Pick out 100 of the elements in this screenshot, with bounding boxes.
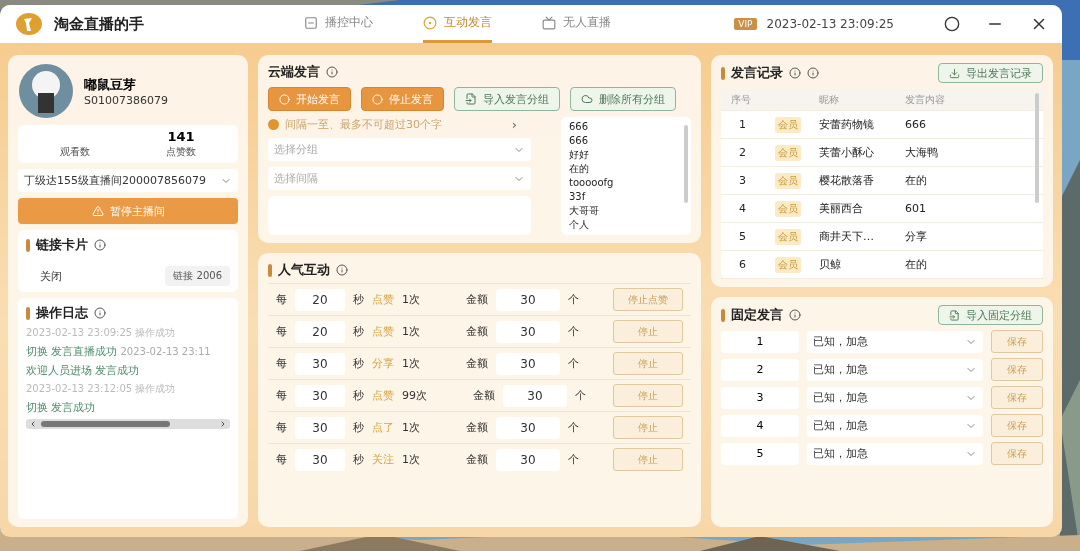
seconds-input[interactable]: 30 (295, 416, 345, 439)
level-tag: 会员 (775, 116, 801, 133)
section-marker (721, 308, 725, 322)
action-label: 点了 (372, 420, 394, 435)
next-arrow[interactable]: › (511, 117, 517, 132)
action-button[interactable]: 导入发言分组 (454, 87, 560, 111)
index-field[interactable]: 3 (721, 386, 799, 409)
message-item[interactable]: 33f (569, 190, 677, 204)
import-button[interactable]: 导入固定分组 (938, 305, 1043, 325)
amount-label: 金额 (466, 324, 488, 339)
log-line: 2023-02-13 23:12:05 操作成功 (26, 382, 177, 396)
message-item[interactable]: 666 (569, 120, 677, 134)
column-header: 序号 (731, 92, 752, 107)
table-cell-text: 4 (738, 202, 747, 215)
amount-input[interactable]: 30 (503, 384, 567, 407)
every-label: 每 (276, 292, 287, 307)
phrase-select[interactable]: 已知，加急 (807, 442, 983, 465)
log-line: 欢迎人员进场 发言成功 (26, 363, 141, 378)
amount-input[interactable]: 30 (496, 288, 560, 311)
count-unit: 个 (568, 356, 579, 371)
section-title: 云端发言 (268, 63, 320, 81)
datetime: 2023-02-13 23:09:25 (766, 17, 894, 31)
action-button[interactable]: 删除所有分组 (570, 87, 676, 111)
section-marker (26, 238, 30, 252)
stat-label: 点赞数 (165, 145, 197, 159)
tip-icon (268, 119, 279, 130)
amount-input[interactable]: 30 (496, 352, 560, 375)
table-cell-text: 在的 (905, 173, 928, 188)
table-cell-text: 1 (738, 118, 747, 131)
times-label: 1次 (402, 452, 420, 467)
index-field[interactable]: 5 (721, 442, 799, 465)
section-marker (26, 306, 30, 320)
account-select[interactable]: 丁级达155级直播间200007856079 (18, 169, 238, 192)
download-icon (949, 67, 960, 79)
circle-icon (279, 93, 290, 105)
section-title: 人气互动 (278, 261, 330, 279)
count-unit: 个 (568, 420, 579, 435)
message-item[interactable]: 大哥哥 (569, 204, 677, 218)
amount-label: 金额 (473, 388, 495, 403)
table-cell-text: 3 (738, 174, 747, 187)
column-header: 发言内容 (905, 92, 946, 107)
file-icon (465, 93, 477, 105)
amount-input[interactable]: 30 (496, 416, 560, 439)
action-label: 点赞 (372, 324, 394, 339)
section-title: 操作日志 (36, 304, 88, 322)
phrase-select[interactable]: 已知，加急 (807, 330, 983, 353)
message-item[interactable]: 666 (569, 134, 677, 148)
seconds-input[interactable]: 20 (295, 320, 345, 343)
amount-label: 金额 (466, 452, 488, 467)
table-cell-text: 大海鸭 (905, 145, 939, 160)
nav-tab[interactable]: 播控中心 (304, 5, 373, 43)
table-cell-text: 6 (738, 258, 747, 271)
amount-input[interactable]: 30 (496, 448, 560, 471)
seconds-input[interactable]: 30 (295, 448, 345, 471)
message-item[interactable]: 在的 (569, 162, 677, 176)
action-label: 点赞 (372, 292, 394, 307)
index-field[interactable]: 2 (721, 358, 799, 381)
index-field[interactable]: 4 (721, 414, 799, 437)
section-title: 固定发言 (731, 306, 783, 324)
seconds-input[interactable]: 20 (295, 288, 345, 311)
table-cell-text: 在的 (905, 257, 928, 272)
user-id: S01007386079 (84, 93, 168, 107)
table-cell-text: 芙蕾小酥心 (819, 145, 875, 160)
column-header: 昵称 (819, 92, 840, 107)
user-name: 嘟鼠豆芽 (84, 75, 137, 94)
amount-label: 金额 (466, 420, 488, 435)
tv-icon (542, 15, 556, 30)
index-field[interactable]: 1 (721, 330, 799, 353)
seconds-input[interactable]: 30 (295, 384, 345, 407)
every-label: 每 (276, 356, 287, 371)
info-icon (789, 309, 801, 321)
every-label: 每 (276, 420, 287, 435)
message-input[interactable] (268, 196, 531, 235)
table-cell-text: 5 (738, 230, 747, 243)
phrase-select[interactable]: 已知，加急 (807, 414, 983, 437)
message-item[interactable]: tooooofg (569, 176, 677, 190)
every-label: 每 (276, 324, 287, 339)
unit-label: 秒 (353, 324, 364, 339)
section-title: 发言记录 (731, 64, 783, 82)
horizontal-scrollbar[interactable] (26, 419, 230, 429)
phrase-select[interactable]: 已知，加急 (807, 358, 983, 381)
seconds-input[interactable]: 30 (295, 352, 345, 375)
log-time: 2023-02-13 23:11 (120, 346, 211, 357)
level-tag: 会员 (775, 256, 801, 273)
amount-input[interactable]: 30 (496, 320, 560, 343)
level-tag: 会员 (775, 200, 801, 217)
unit-label: 秒 (353, 420, 364, 435)
table-cell-text: 商井天下… (819, 229, 875, 244)
phrase-select[interactable]: 已知，加急 (807, 386, 983, 409)
export-button[interactable]: 导出发言记录 (938, 63, 1043, 83)
message-item[interactable]: 个人 (569, 218, 677, 232)
table-cell-text: 666 (905, 118, 927, 131)
nav-tab[interactable]: 无人直播 (542, 5, 611, 43)
unit-label: 秒 (353, 452, 364, 467)
log-line: 2023-02-13 23:09:25 操作成功 (26, 326, 177, 340)
times-label: 1次 (402, 292, 420, 307)
amount-label: 金额 (466, 356, 488, 371)
message-item[interactable]: 好好 (569, 148, 677, 162)
count-unit: 个 (568, 292, 579, 307)
circle-icon (423, 15, 437, 30)
